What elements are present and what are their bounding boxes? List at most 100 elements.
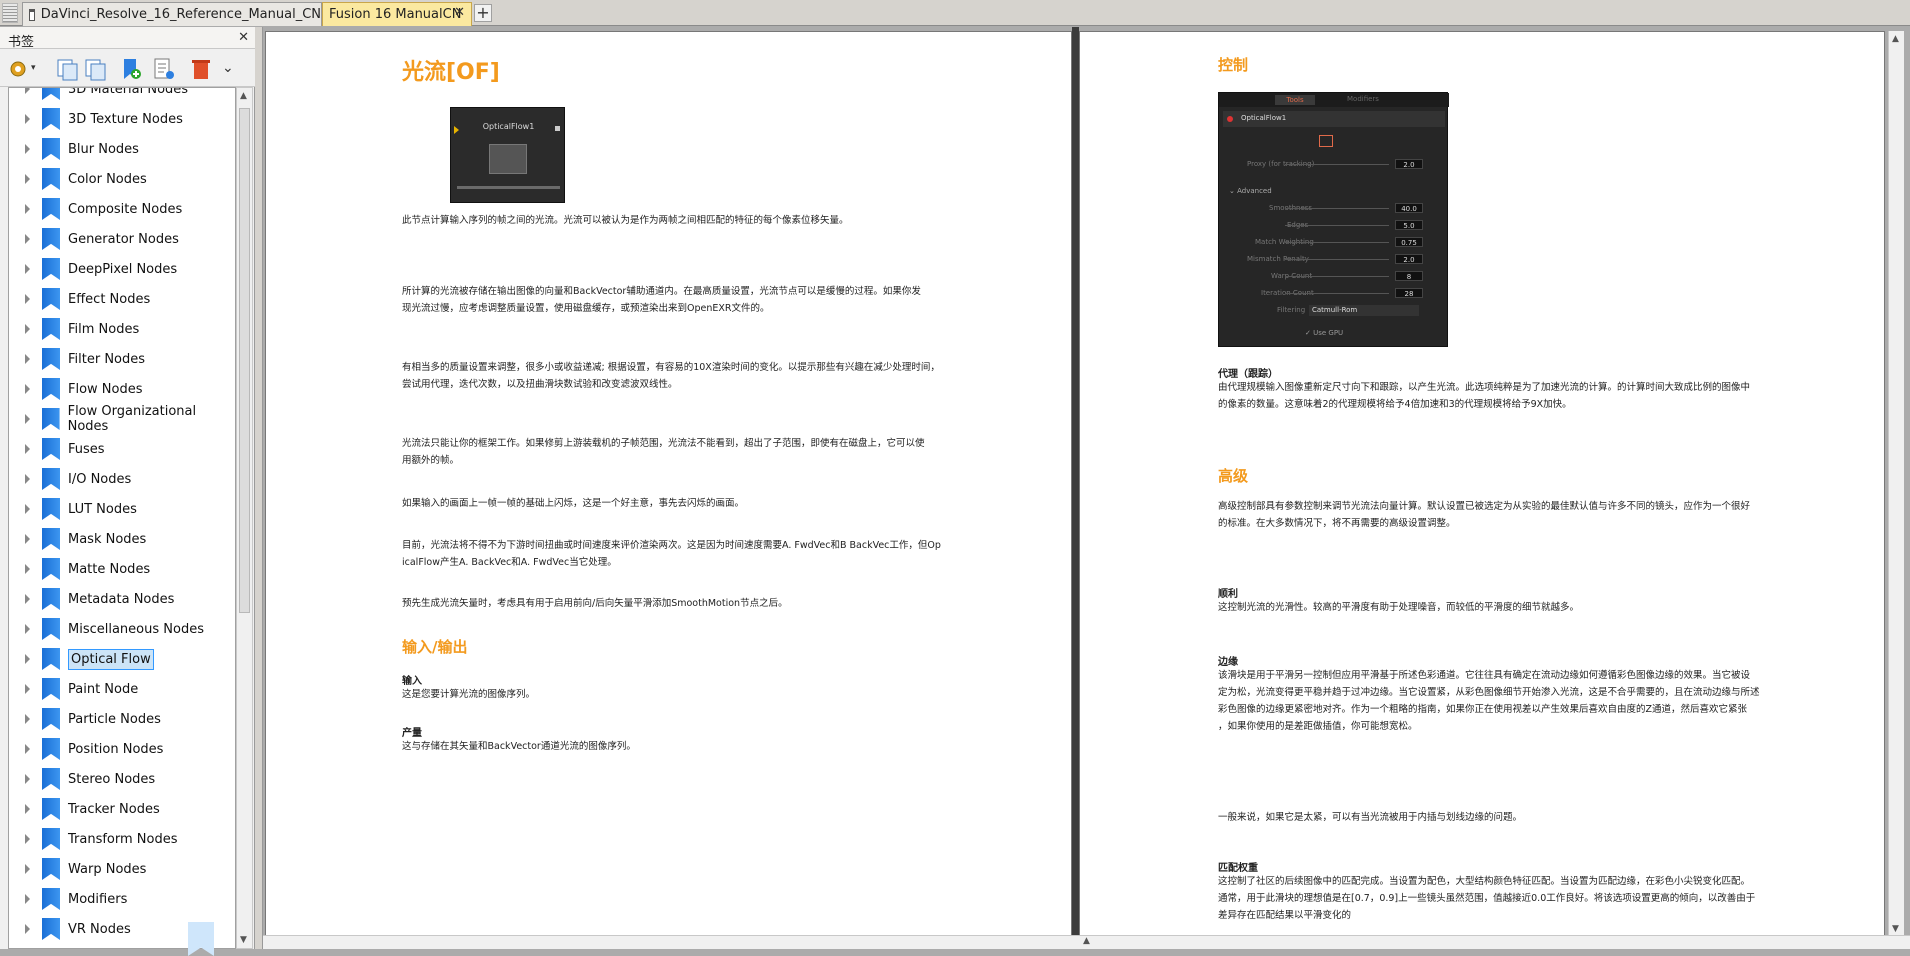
- list-item[interactable]: 3D Material Nodes: [9, 88, 235, 104]
- tab-fusion-manual[interactable]: Fusion 16 ManualCN ✕: [322, 2, 472, 26]
- expand-arrow-icon[interactable]: [25, 114, 30, 124]
- list-item[interactable]: Flow Organizational Nodes: [9, 404, 235, 434]
- list-item[interactable]: Mask Nodes: [9, 524, 235, 554]
- expand-arrow-icon[interactable]: [25, 474, 30, 484]
- node-thumbnail-icon: [489, 144, 527, 174]
- horizontal-scrollbar[interactable]: ▲: [263, 935, 1910, 949]
- delete-bookmark-icon[interactable]: [189, 57, 213, 81]
- expand-arrow-icon[interactable]: [25, 834, 30, 844]
- expand-arrow-icon[interactable]: [25, 774, 30, 784]
- list-item[interactable]: Film Nodes: [9, 314, 235, 344]
- expand-arrow-icon[interactable]: [25, 804, 30, 814]
- paragraph: 差异存在匹配结果以平滑变化的: [1218, 910, 1352, 921]
- list-item[interactable]: Metadata Nodes: [9, 584, 235, 614]
- paragraph: 所计算的光流被存储在输出图像的向量和BackVector辅助通道内。在最高质量设…: [402, 286, 921, 297]
- scroll-up-icon[interactable]: ▲: [1892, 34, 1899, 44]
- expand-arrow-icon[interactable]: [25, 534, 30, 544]
- expand-arrow-icon[interactable]: [25, 714, 30, 724]
- list-item[interactable]: Flow Nodes: [9, 374, 235, 404]
- list-item[interactable]: Warp Nodes: [9, 854, 235, 884]
- add-bookmark-icon[interactable]: [119, 57, 143, 81]
- tabbar-grip[interactable]: [2, 3, 18, 23]
- paragraph: 现光流过慢，应考虑调整质量设置，使用磁盘缓存，或预渲染出来到OpenEXR文件的…: [402, 303, 770, 314]
- list-item[interactable]: Generator Nodes: [9, 224, 235, 254]
- list-item[interactable]: Paint Node: [9, 674, 235, 704]
- list-item[interactable]: Composite Nodes: [9, 194, 235, 224]
- expand-arrow-icon[interactable]: [25, 354, 30, 364]
- scroll-down-icon[interactable]: ▼: [1892, 924, 1899, 934]
- list-item-selected[interactable]: Optical Flow: [9, 644, 235, 674]
- paragraph: 光流法只能让你的框架工作。如果修剪上游装载机的子帧范围，光流法不能看到，超出了子…: [402, 438, 925, 449]
- tree-scrollbar[interactable]: ▲ ▼: [236, 87, 253, 949]
- list-item[interactable]: Color Nodes: [9, 164, 235, 194]
- expand-arrow-icon[interactable]: [25, 324, 30, 334]
- expand-arrow-icon[interactable]: [25, 594, 30, 604]
- close-tab-icon[interactable]: ✕: [454, 5, 465, 20]
- list-item[interactable]: Modifiers: [9, 884, 235, 914]
- expand-arrow-icon[interactable]: [25, 294, 30, 304]
- double-chevron-down-icon[interactable]: ⌄: [222, 60, 234, 76]
- expand-arrow-icon[interactable]: [25, 144, 30, 154]
- list-item[interactable]: 3D Texture Nodes: [9, 104, 235, 134]
- section-heading: 高级: [1218, 467, 1249, 485]
- list-item[interactable]: Position Nodes: [9, 734, 235, 764]
- gear-icon[interactable]: [6, 57, 30, 81]
- expand-arrow-icon[interactable]: [25, 88, 30, 94]
- scroll-up-icon[interactable]: ▲: [1083, 936, 1090, 946]
- bookmark-icon: [42, 798, 60, 820]
- expand-arrow-icon[interactable]: [25, 924, 30, 934]
- bookmark-icon: [42, 288, 60, 310]
- chevron-down-icon[interactable]: ▾: [31, 63, 36, 73]
- node-name: OpticalFlow1: [1241, 114, 1287, 122]
- slider: [1285, 164, 1389, 165]
- expand-arrow-icon[interactable]: [25, 624, 30, 634]
- bookmark-properties-icon[interactable]: [152, 57, 176, 81]
- expand-arrow-icon[interactable]: [25, 174, 30, 184]
- subheading: 顺利: [1218, 589, 1238, 600]
- list-item[interactable]: Tracker Nodes: [9, 794, 235, 824]
- expand-arrow-icon[interactable]: [25, 504, 30, 514]
- list-item[interactable]: I/O Nodes: [9, 464, 235, 494]
- list-item[interactable]: Filter Nodes: [9, 344, 235, 374]
- expand-all-icon[interactable]: [55, 57, 79, 81]
- paragraph: 有相当多的质量设置来调整，很多小或收益递减; 根据设置，有容易的10X渲染时间的…: [402, 362, 940, 373]
- expand-arrow-icon[interactable]: [25, 384, 30, 394]
- expand-arrow-icon[interactable]: [25, 414, 30, 424]
- collapse-all-icon[interactable]: [83, 57, 107, 81]
- expand-arrow-icon[interactable]: [25, 864, 30, 874]
- expand-arrow-icon[interactable]: [25, 684, 30, 694]
- expand-arrow-icon[interactable]: [25, 654, 30, 664]
- list-item[interactable]: Blur Nodes: [9, 134, 235, 164]
- tab-davinci-manual[interactable]: DaVinci_Resolve_16_Reference_Manual_CN: [22, 2, 322, 26]
- scroll-up-icon[interactable]: ▲: [240, 91, 247, 101]
- list-item[interactable]: Miscellaneous Nodes: [9, 614, 235, 644]
- close-panel-icon[interactable]: ✕: [238, 30, 249, 45]
- scroll-thumb[interactable]: [239, 108, 250, 613]
- paragraph: 这与存储在其矢量和BackVector通道光流的图像序列。: [402, 741, 636, 752]
- list-item[interactable]: Stereo Nodes: [9, 764, 235, 794]
- panel-splitter[interactable]: [255, 27, 263, 949]
- bookmark-icon: [42, 918, 60, 940]
- slider: [1285, 225, 1389, 226]
- bookmark-icon: [42, 678, 60, 700]
- scroll-down-icon[interactable]: ▼: [240, 935, 247, 945]
- expand-arrow-icon[interactable]: [25, 204, 30, 214]
- new-tab-button[interactable]: +: [474, 4, 492, 22]
- expand-arrow-icon[interactable]: [25, 564, 30, 574]
- page-heading: 光流[OF]: [402, 60, 500, 85]
- list-item[interactable]: Fuses: [9, 434, 235, 464]
- list-item[interactable]: DeepPixel Nodes: [9, 254, 235, 284]
- expand-arrow-icon[interactable]: [25, 264, 30, 274]
- expand-arrow-icon[interactable]: [25, 744, 30, 754]
- list-item[interactable]: LUT Nodes: [9, 494, 235, 524]
- document-scrollbar[interactable]: ▲ ▼: [1888, 31, 1904, 937]
- expand-arrow-icon[interactable]: [25, 894, 30, 904]
- list-item[interactable]: Effect Nodes: [9, 284, 235, 314]
- page-right: 控制 Tools Modifiers OpticalFlow1 Proxy (f…: [1079, 31, 1885, 941]
- expand-arrow-icon[interactable]: [25, 444, 30, 454]
- list-item[interactable]: Particle Nodes: [9, 704, 235, 734]
- list-item[interactable]: Matte Nodes: [9, 554, 235, 584]
- subheading: 边缘: [1218, 657, 1238, 668]
- list-item[interactable]: Transform Nodes: [9, 824, 235, 854]
- expand-arrow-icon[interactable]: [25, 234, 30, 244]
